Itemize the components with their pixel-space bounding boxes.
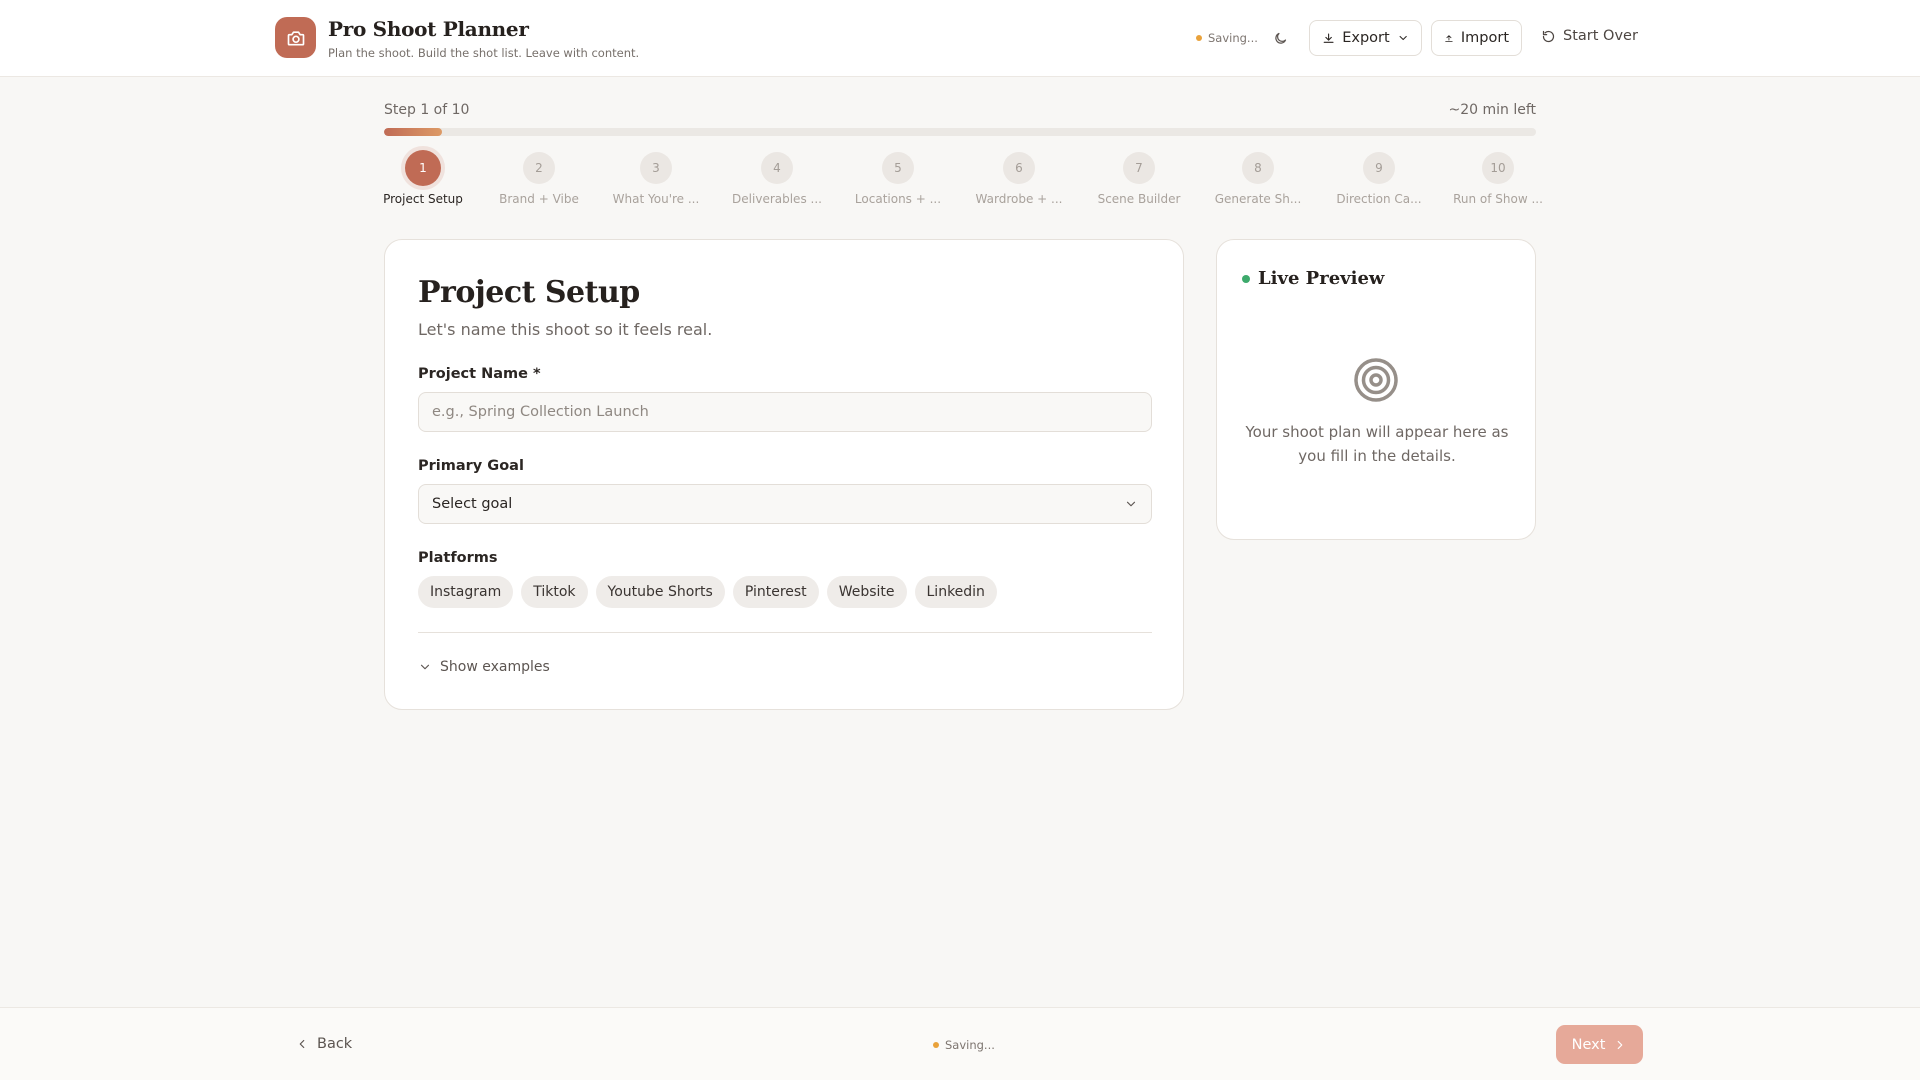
show-examples-toggle[interactable]: Show examples bbox=[418, 659, 550, 675]
platform-chip[interactable]: Pinterest bbox=[732, 576, 819, 608]
step-label: Project Setup bbox=[383, 192, 463, 206]
step-label: What You're ... bbox=[612, 192, 700, 206]
import-label: Import bbox=[1460, 30, 1509, 46]
step-counter: Step 1 of 10 bbox=[384, 102, 470, 118]
step-2[interactable]: 2 Brand + Vibe bbox=[484, 152, 594, 206]
step-8[interactable]: 8 Generate Sh... bbox=[1203, 152, 1313, 206]
step-number: 3 bbox=[640, 152, 672, 184]
step-label: Run of Show ... bbox=[1453, 192, 1543, 206]
platform-chip[interactable]: Youtube Shorts bbox=[595, 576, 725, 608]
platform-chip[interactable]: Instagram bbox=[418, 576, 514, 608]
step-label: Scene Builder bbox=[1097, 192, 1181, 206]
back-label: Back bbox=[317, 1036, 353, 1052]
card-subtitle: Let's name this shoot so it feels real. bbox=[418, 320, 713, 339]
camera-icon bbox=[275, 17, 316, 58]
footer-status-text: Saving... bbox=[945, 1038, 995, 1052]
step-number: 8 bbox=[1242, 152, 1274, 184]
step-5[interactable]: 5 Locations + ... bbox=[843, 152, 953, 206]
step-1[interactable]: 1 Project Setup bbox=[368, 150, 478, 206]
step-4[interactable]: 4 Deliverables ... bbox=[722, 152, 832, 206]
progress-fill bbox=[384, 128, 442, 136]
step-number: 6 bbox=[1003, 152, 1035, 184]
card-title: Project Setup bbox=[418, 275, 640, 310]
start-over-button[interactable]: Start Over bbox=[1541, 28, 1638, 44]
project-name-label: Project Name * bbox=[418, 366, 541, 382]
moon-icon[interactable] bbox=[1268, 26, 1292, 50]
step-number: 2 bbox=[523, 152, 555, 184]
preview-title-text: Live Preview bbox=[1258, 268, 1385, 289]
divider bbox=[418, 632, 1152, 633]
download-icon bbox=[1323, 33, 1334, 43]
step-number: 1 bbox=[405, 150, 441, 186]
show-examples-label: Show examples bbox=[440, 659, 550, 675]
chevron-left-icon bbox=[299, 1039, 305, 1049]
reset-icon bbox=[1542, 30, 1555, 42]
step-label: Deliverables ... bbox=[732, 192, 822, 206]
step-number: 4 bbox=[761, 152, 793, 184]
preview-empty-text: Your shoot plan will appear here as you … bbox=[1245, 423, 1509, 465]
footer-bar: Back Saving... Next bbox=[0, 1007, 1920, 1080]
project-name-input[interactable] bbox=[418, 392, 1152, 432]
step-label: Brand + Vibe bbox=[499, 192, 579, 206]
chevron-down-icon bbox=[420, 664, 430, 670]
step-9[interactable]: 9 Direction Ca... bbox=[1324, 152, 1434, 206]
save-status-text: Saving... bbox=[1208, 31, 1258, 45]
upload-icon bbox=[1445, 34, 1453, 42]
preview-title: Live Preview bbox=[1242, 268, 1384, 289]
step-10[interactable]: 10 Run of Show ... bbox=[1443, 152, 1553, 206]
export-label: Export bbox=[1342, 30, 1390, 46]
import-button[interactable]: Import bbox=[1431, 20, 1522, 56]
status-dot bbox=[933, 1042, 939, 1048]
step-label: Direction Ca... bbox=[1336, 192, 1422, 206]
export-button[interactable]: Export bbox=[1309, 20, 1422, 56]
chevron-down-icon bbox=[1126, 501, 1136, 507]
step-label: Generate Sh... bbox=[1214, 192, 1302, 206]
step-6[interactable]: 6 Wardrobe + ... bbox=[964, 152, 1074, 206]
target-icon bbox=[1353, 357, 1399, 407]
footer-save-status: Saving... bbox=[933, 1038, 995, 1052]
save-status: Saving... bbox=[1196, 31, 1258, 45]
status-dot bbox=[1196, 35, 1202, 41]
platform-chip[interactable]: Website bbox=[826, 576, 907, 608]
live-dot bbox=[1242, 274, 1250, 283]
step-number: 5 bbox=[882, 152, 914, 184]
step-7[interactable]: 7 Scene Builder bbox=[1084, 152, 1194, 206]
app-title: Pro Shoot Planner bbox=[328, 17, 529, 41]
step-label: Wardrobe + ... bbox=[975, 192, 1063, 206]
stepper: 1 Project Setup 2 Brand + Vibe 3 What You're … bbox=[383, 150, 1543, 212]
time-remaining: ~20 min left bbox=[1448, 102, 1536, 118]
chevron-right-icon bbox=[1618, 1040, 1623, 1049]
app-subtitle: Plan the shoot. Build the shot list. Lea… bbox=[328, 46, 640, 60]
project-setup-card: Project Setup Let's name this shoot so i… bbox=[384, 239, 1184, 710]
platform-chips: Instagram Tiktok Youtube Shorts Pinterest We… bbox=[418, 576, 997, 608]
next-label: Next bbox=[1571, 1036, 1606, 1053]
platform-chip[interactable]: Linkedin bbox=[914, 576, 997, 608]
step-number: 10 bbox=[1482, 152, 1514, 184]
step-label: Locations + ... bbox=[854, 192, 942, 206]
step-number: 7 bbox=[1123, 152, 1155, 184]
primary-goal-value: Select goal bbox=[432, 496, 513, 512]
step-number: 9 bbox=[1363, 152, 1395, 184]
next-button[interactable]: Next bbox=[1556, 1025, 1643, 1064]
progress-bar bbox=[384, 128, 1536, 136]
chevron-down-icon bbox=[1399, 35, 1407, 41]
primary-goal-select[interactable]: Select goal bbox=[418, 484, 1152, 524]
primary-goal-label: Primary Goal bbox=[418, 458, 524, 474]
live-preview-panel: Live Preview Your shoot plan will appear… bbox=[1216, 239, 1536, 540]
back-button[interactable]: Back bbox=[295, 1036, 352, 1052]
platform-chip[interactable]: Tiktok bbox=[521, 576, 588, 608]
step-3[interactable]: 3 What You're ... bbox=[601, 152, 711, 206]
app-header: Pro Shoot Planner Plan the shoot. Build … bbox=[0, 0, 1920, 77]
platforms-label: Platforms bbox=[418, 550, 498, 566]
start-over-label: Start Over bbox=[1563, 28, 1638, 44]
